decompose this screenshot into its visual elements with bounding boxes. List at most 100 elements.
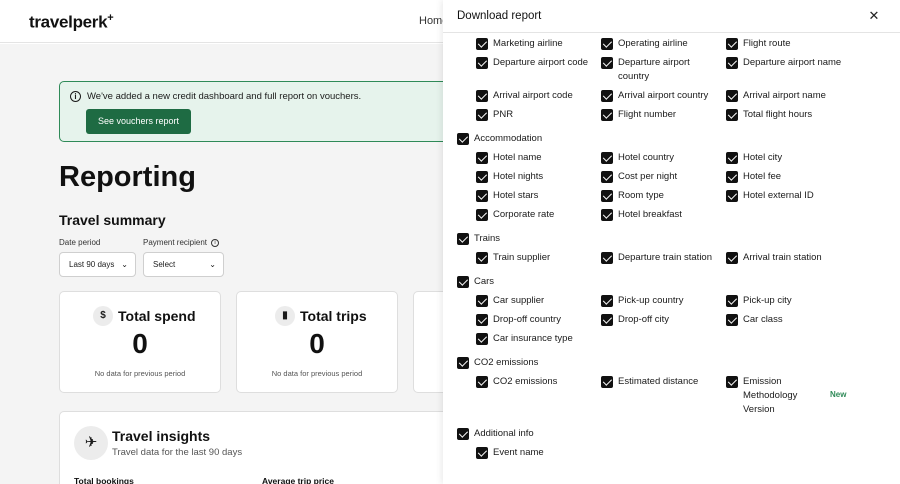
chevron-down-icon: ⌄	[209, 260, 216, 269]
checkbox-departure-airport-code[interactable]	[476, 57, 488, 69]
payment-recipient-select[interactable]: Select ⌄	[143, 252, 224, 277]
logo[interactable]: travelperk+	[29, 12, 114, 33]
checkbox-hotel-name[interactable]	[476, 152, 488, 164]
checkbox-drop-off-city[interactable]	[601, 314, 613, 326]
checkbox-arrival-airport-name[interactable]	[726, 90, 738, 102]
section-label-additional-info: Additional info	[474, 428, 534, 439]
checkbox-pnr[interactable]	[476, 109, 488, 121]
checkbox-flight-route[interactable]	[726, 38, 738, 50]
checkbox-marketing-airline[interactable]	[476, 38, 488, 50]
plane-icon: ✈	[74, 426, 108, 460]
checkbox-label: Operating airline	[618, 38, 688, 49]
card-value: 0	[132, 328, 148, 359]
dollar-icon: $	[93, 306, 113, 326]
checkbox-train-supplier[interactable]	[476, 252, 488, 264]
luggage-icon: ▮	[275, 306, 295, 326]
payment-recipient-value: Select	[153, 260, 176, 269]
checkbox-label: Arrival airport country	[618, 90, 709, 101]
checkbox-departure-train-station[interactable]	[601, 252, 613, 264]
checkbox-label: Room type	[618, 190, 664, 201]
section-label-co2-emissions: CO2 emissions	[474, 357, 539, 368]
checkbox-arrival-airport-country[interactable]	[601, 90, 613, 102]
checkbox-pick-up-country[interactable]	[601, 295, 613, 307]
checkbox-label: Hotel nights	[493, 171, 544, 182]
checkbox-label: Arrival airport name	[743, 90, 826, 101]
total-spend-card: $ Total spend 0 No data for previous per…	[59, 291, 221, 393]
checkbox-departure-airport-country[interactable]	[601, 57, 613, 69]
checkbox-room-type[interactable]	[601, 190, 613, 202]
checkbox-co2-emissions-section[interactable]	[457, 357, 469, 369]
checkbox-label: Departure train station	[618, 252, 712, 263]
checkbox-flight-number[interactable]	[601, 109, 613, 121]
checkbox-label: Drop-off city	[618, 314, 670, 325]
close-icon[interactable]: ✕	[867, 9, 881, 23]
checkbox-label: Car insurance type	[493, 333, 573, 344]
checkbox-label: Arrival train station	[743, 252, 822, 263]
checkbox-hotel-city[interactable]	[726, 152, 738, 164]
date-period-select[interactable]: Last 90 days ⌄	[59, 252, 136, 277]
date-period-label: Date period	[59, 238, 101, 247]
download-report-drawer: Download report ✕ Marketing airline Oper…	[443, 0, 900, 484]
checkbox-hotel-stars[interactable]	[476, 190, 488, 202]
checkbox-hotel-fee[interactable]	[726, 171, 738, 183]
section-label-trains: Trains	[474, 233, 501, 244]
checkbox-arrival-train-station[interactable]	[726, 252, 738, 264]
checkbox-hotel-country[interactable]	[601, 152, 613, 164]
travel-insights-panel: ✈ Travel insights Travel data for the la…	[59, 411, 479, 484]
checkbox-hotel-nights[interactable]	[476, 171, 488, 183]
checkbox-label: Departure airport code	[493, 57, 589, 68]
drawer-header: Download report ✕	[443, 0, 900, 33]
see-vouchers-report-button[interactable]: See vouchers report	[86, 109, 191, 134]
average-trip-price-label: Average trip price	[262, 476, 334, 484]
page-title: Reporting	[59, 161, 196, 193]
checkbox-event-name[interactable]	[476, 447, 488, 459]
checkbox-additional-info[interactable]	[457, 428, 469, 440]
section-label-accommodation: Accommodation	[474, 133, 543, 144]
checkbox-label: Flight number	[618, 109, 677, 120]
card-title: Total spend	[118, 308, 196, 324]
checkbox-label: Hotel breakfast	[618, 209, 682, 220]
checkbox-label: Train supplier	[493, 252, 551, 263]
total-trips-card: ▮ Total trips 0 No data for previous per…	[236, 291, 398, 393]
checkbox-pick-up-city[interactable]	[726, 295, 738, 307]
checkbox-estimated-distance[interactable]	[601, 376, 613, 388]
checkbox-accommodation[interactable]	[457, 133, 469, 145]
checkbox-trains[interactable]	[457, 233, 469, 245]
checkbox-car-insurance-type[interactable]	[476, 333, 488, 345]
checkbox-co2-emissions[interactable]	[476, 376, 488, 388]
checkbox-label: Total flight hours	[743, 109, 813, 120]
checkbox-departure-airport-name[interactable]	[726, 57, 738, 69]
payment-recipient-label-wrap: Payment recipient i	[143, 238, 220, 247]
insights-subtitle: Travel data for the last 90 days	[112, 447, 243, 458]
info-icon[interactable]: i	[211, 238, 220, 247]
checkbox-label: Departure airport name	[743, 57, 842, 68]
date-period-value: Last 90 days	[69, 260, 115, 269]
checkbox-total-flight-hours[interactable]	[726, 109, 738, 121]
checkbox-label: PNR	[493, 109, 514, 120]
card-note: No data for previous period	[271, 369, 363, 378]
info-icon: i	[70, 91, 81, 102]
checkbox-label: Hotel external ID	[743, 190, 814, 201]
section-label-cars: Cars	[474, 276, 495, 287]
checkbox-operating-airline[interactable]	[601, 38, 613, 50]
checkbox-label: Cost per night	[618, 171, 678, 182]
checkbox-hotel-external-id[interactable]	[726, 190, 738, 202]
insights-title: Travel insights	[112, 428, 211, 444]
checkbox-drop-off-country[interactable]	[476, 314, 488, 326]
checkbox-label: Corporate rate	[493, 209, 555, 220]
checkbox-label: Marketing airline	[493, 38, 563, 49]
checkbox-hotel-breakfast[interactable]	[601, 209, 613, 221]
checkbox-cars[interactable]	[457, 276, 469, 288]
checkbox-cost-per-night[interactable]	[601, 171, 613, 183]
checkbox-car-class[interactable]	[726, 314, 738, 326]
checkbox-car-supplier[interactable]	[476, 295, 488, 307]
checkbox-label: Hotel stars	[493, 190, 539, 201]
checkbox-corporate-rate[interactable]	[476, 209, 488, 221]
checkbox-label: Hotel city	[743, 152, 783, 163]
card-value: 0	[309, 328, 325, 359]
card-note: No data for previous period	[94, 369, 186, 378]
checkbox-arrival-airport-code[interactable]	[476, 90, 488, 102]
checkbox-label: Flight route	[743, 38, 791, 49]
checkbox-emission-methodology-version[interactable]	[726, 376, 738, 388]
checkbox-label: Hotel country	[618, 152, 674, 163]
